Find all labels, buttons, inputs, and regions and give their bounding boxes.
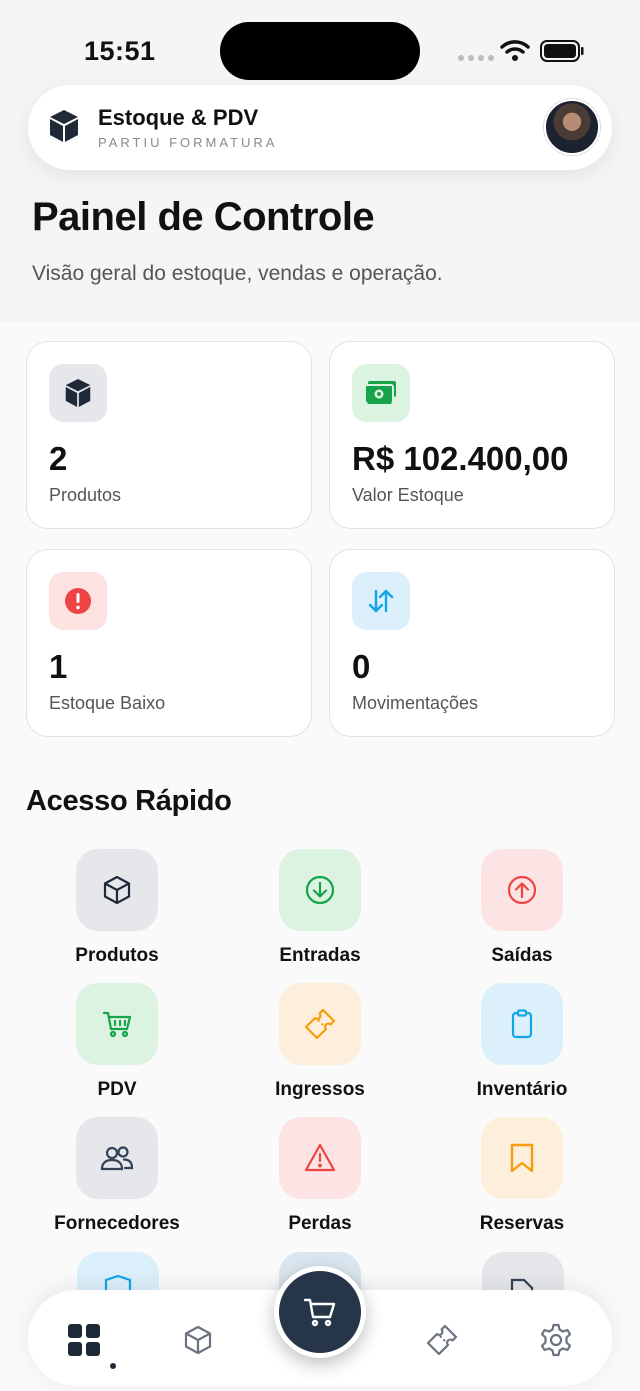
quick-saidas-button[interactable]: Saídas <box>432 849 612 967</box>
quick-label: Ingressos <box>275 1079 365 1100</box>
dynamic-island <box>220 22 420 80</box>
stat-label: Movimentações <box>352 693 479 713</box>
stat-card-valor-estoque[interactable]: R$ 102.400,00 Valor Estoque <box>329 341 615 529</box>
arrow-up-circle-icon <box>481 849 563 931</box>
app-header: Estoque & PDV PARTIU FORMATURA <box>28 85 612 170</box>
app-title: Estoque & PDV <box>98 105 259 130</box>
quick-label: Fornecedores <box>54 1213 180 1234</box>
warning-icon <box>279 1117 361 1199</box>
stat-card-movimentacoes[interactable]: 0 Movimentações <box>329 549 615 737</box>
stat-label: Produtos <box>49 485 122 505</box>
stat-value: 1 <box>49 648 68 685</box>
cube-icon <box>49 364 107 422</box>
quick-pdv-button[interactable]: PDV <box>27 983 207 1101</box>
quick-label: Saídas <box>491 945 553 966</box>
quick-ingressos-button[interactable]: Ingressos <box>230 983 410 1101</box>
stat-card-estoque-baixo[interactable]: 1 Estoque Baixo <box>26 549 312 737</box>
quick-fornecedores-button[interactable]: Fornecedores <box>27 1117 207 1235</box>
clipboard-icon <box>481 983 563 1065</box>
cart-icon <box>303 1298 336 1327</box>
nav-cube-icon[interactable] <box>178 1320 218 1360</box>
quick-label: Inventário <box>476 1079 568 1100</box>
arrows-updown-icon <box>352 572 410 630</box>
cart-fab-button[interactable] <box>274 1266 366 1358</box>
page-description: Visão geral do estoque, vendas e operaçã… <box>32 262 443 285</box>
nav-ticket-icon[interactable] <box>422 1320 462 1360</box>
money-icon <box>352 364 410 422</box>
quick-shield-tile[interactable] <box>77 1252 159 1292</box>
quick-document-tile[interactable] <box>482 1252 564 1292</box>
cellular-signal-icon <box>458 55 494 61</box>
app-subtitle: PARTIU FORMATURA <box>98 135 278 150</box>
stat-value: 2 <box>49 440 68 477</box>
quick-perdas-button[interactable]: Perdas <box>230 1117 410 1235</box>
cube-icon <box>76 849 158 931</box>
users-icon <box>76 1117 158 1199</box>
nav-gear-icon[interactable] <box>536 1320 576 1360</box>
status-bar: 15:51 <box>0 0 640 90</box>
bookmark-icon <box>481 1117 563 1199</box>
quick-label: Produtos <box>75 945 159 966</box>
nav-dashboard-icon[interactable] <box>64 1320 104 1360</box>
arrow-down-circle-icon <box>279 849 361 931</box>
quick-reservas-button[interactable]: Reservas <box>432 1117 612 1235</box>
cube-logo-icon <box>50 110 78 142</box>
stat-value: R$ 102.400,00 <box>352 440 569 477</box>
stat-card-produtos[interactable]: 2 Produtos <box>26 341 312 529</box>
nav-active-indicator <box>110 1363 116 1369</box>
quick-label: Perdas <box>288 1213 352 1234</box>
ticket-icon <box>279 983 361 1065</box>
quick-access-title: Acesso Rápido <box>26 785 232 817</box>
quick-label: Reservas <box>479 1213 565 1234</box>
status-time: 15:51 <box>84 36 156 66</box>
page-title: Painel de Controle <box>32 195 375 239</box>
alert-icon <box>49 572 107 630</box>
wifi-icon <box>500 40 530 61</box>
stat-value: 0 <box>352 648 371 685</box>
avatar[interactable] <box>544 99 600 155</box>
quick-label: Entradas <box>279 945 361 966</box>
stat-label: Estoque Baixo <box>49 693 166 713</box>
cart-icon <box>76 983 158 1065</box>
quick-label: PDV <box>97 1079 137 1100</box>
quick-produtos-button[interactable]: Produtos <box>27 849 207 967</box>
battery-icon <box>540 40 584 62</box>
quick-inventario-button[interactable]: Inventário <box>432 983 612 1101</box>
stat-label: Valor Estoque <box>352 485 464 505</box>
quick-entradas-button[interactable]: Entradas <box>230 849 410 967</box>
